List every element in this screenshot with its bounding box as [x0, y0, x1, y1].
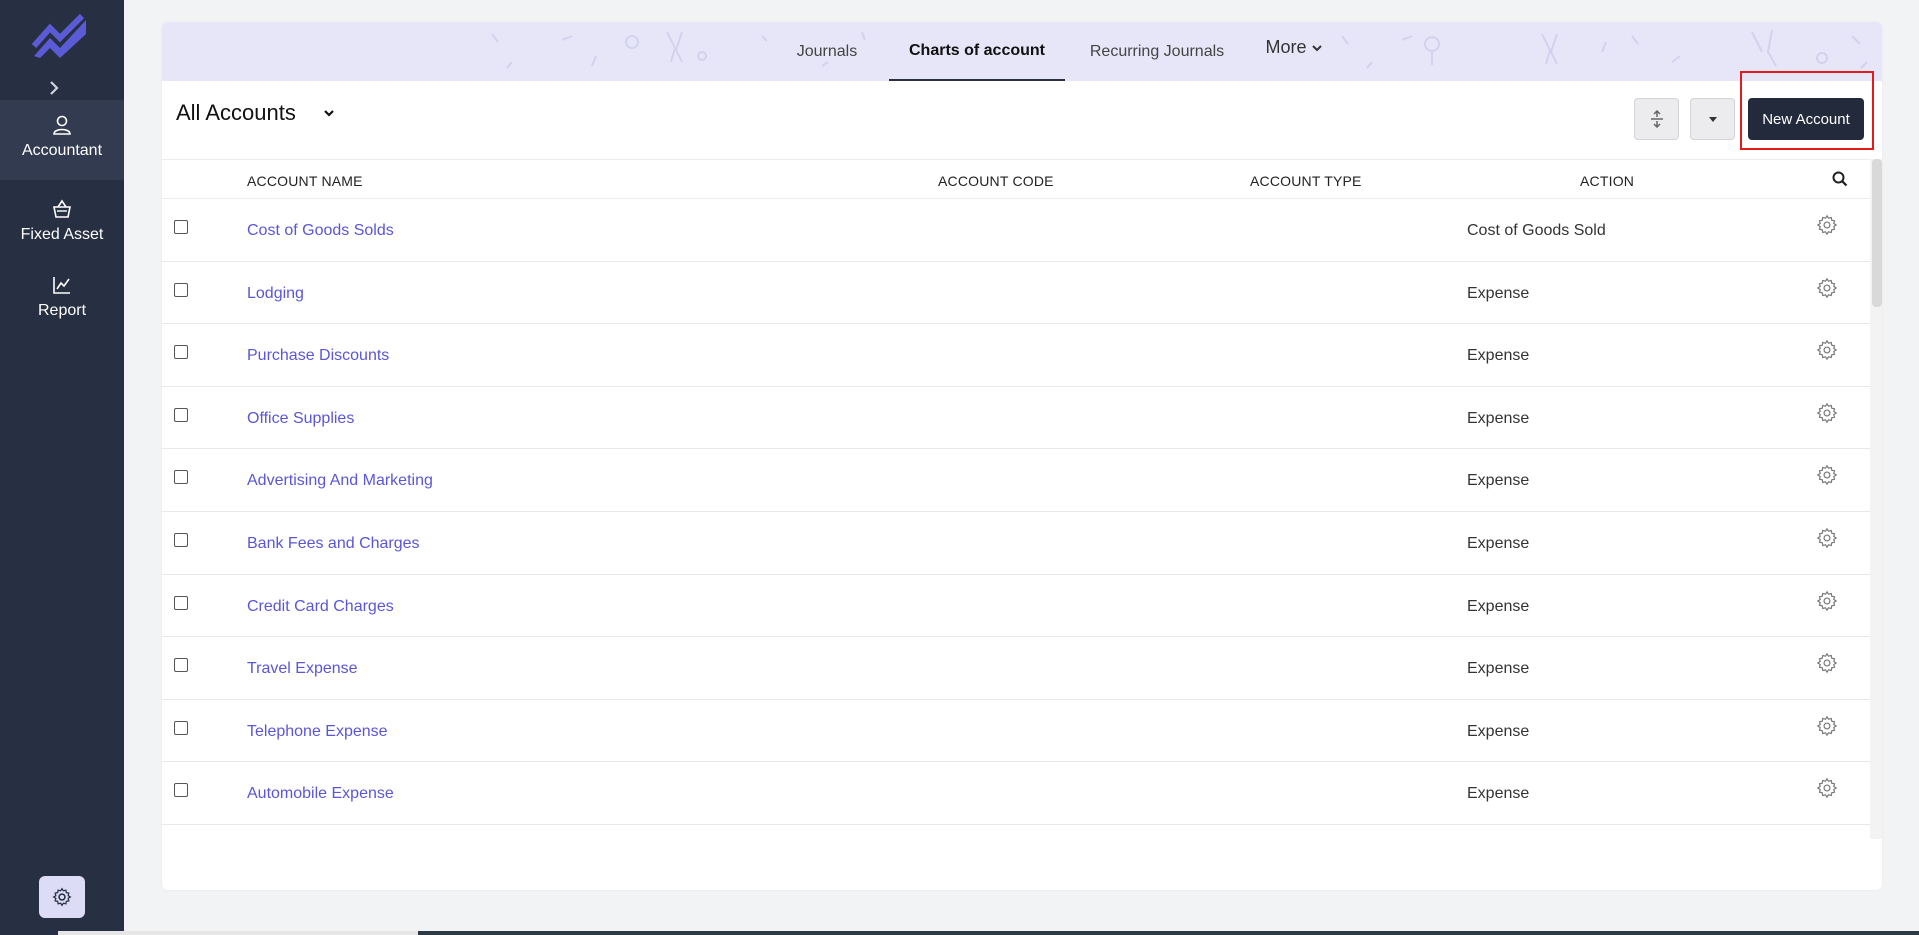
row-checkbox[interactable] [174, 783, 188, 798]
more-options-button[interactable] [1690, 98, 1735, 140]
gear-icon[interactable] [1816, 339, 1838, 361]
gear-icon[interactable] [1816, 590, 1838, 612]
table-row: Cost of Goods Solds Cost of Goods Sold [162, 199, 1872, 262]
chevron-down-icon [324, 110, 334, 117]
gear-icon[interactable] [1816, 527, 1838, 549]
tab-label: Recurring Journals [1089, 42, 1225, 60]
account-name-link[interactable]: Telephone Expense [247, 723, 388, 741]
table-row: Purchase Discounts Expense [162, 324, 1872, 387]
account-name-link[interactable]: Cost of Goods Solds [247, 222, 394, 240]
app-logo-icon[interactable] [30, 14, 92, 60]
account-type: Expense [1467, 284, 1530, 302]
search-icon[interactable] [1831, 170, 1849, 188]
table-row: Travel Expense Expense [162, 637, 1872, 700]
row-checkbox[interactable] [174, 220, 188, 234]
row-checkbox[interactable] [174, 345, 188, 360]
chart-line-icon [53, 277, 70, 294]
account-type: Expense [1467, 722, 1530, 740]
view-selector-label: All Accounts [176, 100, 296, 125]
tab-journals[interactable]: Journals [752, 22, 902, 81]
table-row: Bank Fees and Charges Expense [162, 512, 1872, 575]
column-header-account-name[interactable]: ACCOUNT NAME [247, 173, 363, 189]
sidebar-item-label: Report [37, 302, 87, 319]
accounts-table-body: Cost of Goods Solds Cost of Goods Sold Lod… [162, 199, 1872, 825]
account-name-link[interactable]: Office Supplies [247, 410, 354, 428]
sort-icon [1650, 110, 1663, 128]
account-name-link[interactable]: Travel Expense [247, 660, 358, 678]
account-name-link[interactable]: Automobile Expense [247, 785, 394, 803]
table-row: Telephone Expense Expense [162, 700, 1872, 763]
account-type: Expense [1467, 347, 1530, 365]
gear-icon[interactable] [1816, 402, 1838, 424]
column-header-account-type[interactable]: ACCOUNT TYPE [1250, 173, 1362, 189]
sidebar-item-report[interactable]: Report [0, 270, 124, 340]
table-row: Office Supplies Expense [162, 387, 1872, 450]
user-icon [53, 115, 71, 135]
gear-icon[interactable] [1816, 277, 1838, 299]
account-type: Expense [1467, 597, 1530, 615]
sidebar-item-label: Accountant [21, 142, 103, 159]
table-header: ACCOUNT NAME ACCOUNT CODE ACCOUNT TYPE A… [162, 159, 1872, 199]
sidebar-item-accountant[interactable]: Accountant [0, 100, 124, 180]
gear-icon[interactable] [1816, 715, 1838, 737]
row-checkbox[interactable] [174, 470, 188, 485]
gear-icon[interactable] [1816, 652, 1838, 674]
tab-charts-of-account[interactable]: Charts of account [889, 22, 1065, 81]
row-checkbox[interactable] [174, 532, 188, 547]
row-checkbox[interactable] [174, 658, 188, 673]
sort-button[interactable] [1634, 98, 1679, 140]
sidebar-item-label: Fixed Asset [20, 226, 104, 243]
account-name-link[interactable]: Lodging [247, 285, 304, 303]
chevron-down-icon [1311, 44, 1322, 51]
new-account-button[interactable]: New Account [1748, 98, 1864, 140]
column-header-account-code[interactable]: ACCOUNT CODE [938, 173, 1054, 189]
table-row: Lodging Expense [162, 262, 1872, 325]
account-name-link[interactable]: Advertising And Marketing [247, 472, 433, 490]
account-type: Expense [1467, 660, 1530, 678]
account-type: Cost of Goods Sold [1467, 222, 1606, 239]
account-name-link[interactable]: Credit Card Charges [247, 598, 394, 616]
column-header-action: ACTION [1580, 173, 1635, 189]
bottom-bar [58, 931, 1919, 935]
tab-bar: Journals Charts of account Recurring Jou… [162, 22, 1882, 81]
gear-icon[interactable] [1816, 464, 1838, 486]
account-type: Expense [1467, 534, 1530, 552]
gear-icon[interactable] [1816, 214, 1838, 236]
account-type: Expense [1467, 785, 1530, 803]
caret-down-icon [1708, 117, 1717, 122]
row-checkbox[interactable] [174, 407, 188, 422]
sidebar: Accountant Fixed Asset Report [0, 0, 124, 935]
tab-label: Charts of account [908, 41, 1045, 59]
gear-icon[interactable] [1816, 777, 1838, 799]
account-type: Expense [1467, 472, 1530, 490]
account-type: Expense [1467, 409, 1530, 427]
tab-recurring-journals[interactable]: Recurring Journals [1067, 22, 1247, 81]
scrollbar-thumb[interactable] [1872, 159, 1882, 307]
tab-label: Journals [796, 42, 858, 60]
settings-button[interactable] [39, 876, 85, 918]
chevron-right-icon[interactable] [44, 78, 64, 98]
sidebar-item-fixed-asset[interactable]: Fixed Asset [0, 190, 124, 260]
account-name-link[interactable]: Purchase Discounts [247, 347, 389, 365]
tab-more[interactable]: More [1254, 22, 1334, 77]
row-checkbox[interactable] [174, 282, 188, 297]
bottom-bar-segment [58, 931, 418, 935]
table-row: Automobile Expense Expense [162, 762, 1872, 825]
row-checkbox[interactable] [174, 595, 188, 610]
view-selector[interactable]: All Accounts [176, 100, 336, 126]
tab-label: More [1265, 37, 1307, 57]
basket-icon [53, 199, 71, 218]
main-card: Journals Charts of account Recurring Jou… [162, 22, 1882, 890]
row-checkbox[interactable] [174, 720, 188, 735]
table-row: Credit Card Charges Expense [162, 575, 1872, 638]
gear-icon [52, 887, 72, 907]
account-name-link[interactable]: Bank Fees and Charges [247, 535, 420, 553]
table-row: Advertising And Marketing Expense [162, 449, 1872, 512]
